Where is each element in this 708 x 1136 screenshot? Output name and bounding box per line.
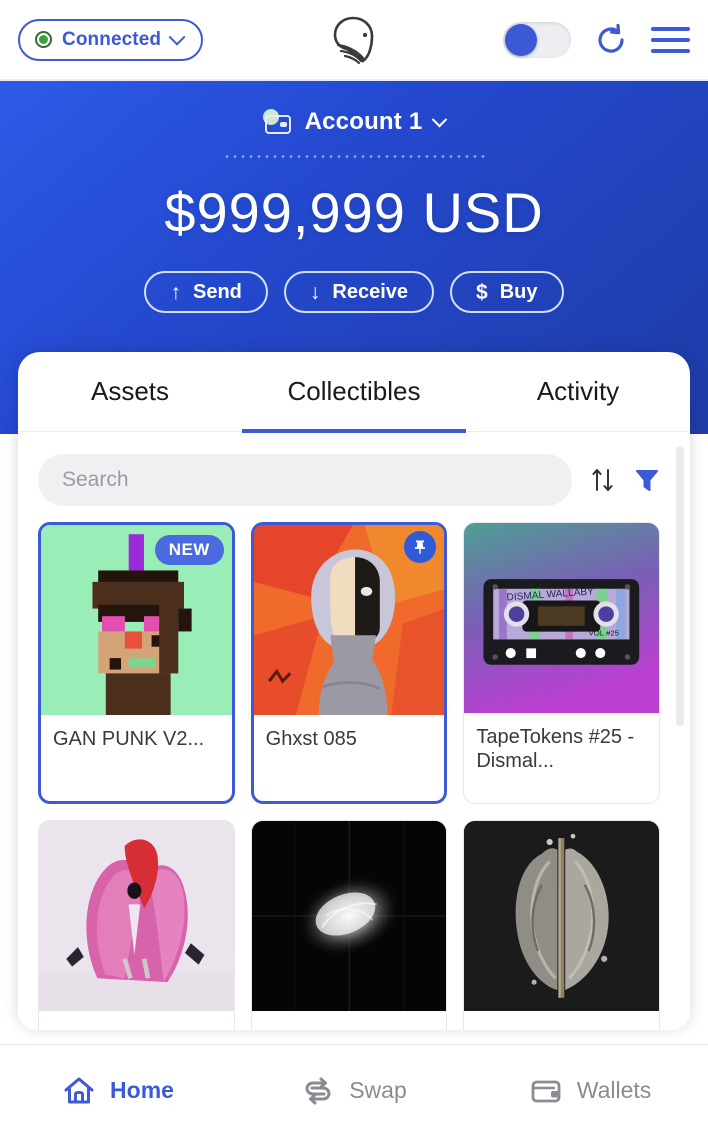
refresh-icon — [598, 23, 624, 53]
collectible-thumbnail — [464, 821, 659, 1011]
collectible-card[interactable]: Ghxst 085 — [250, 522, 448, 804]
collectible-card[interactable]: DISMAL WALLABY VOL #25 TapeTokens #25 - … — [463, 522, 660, 804]
collectibles-grid: NEW GAN PUNK V2... Ghxst 085 DISMAL WALL… — [38, 522, 670, 1030]
collectible-thumbnail — [253, 525, 445, 715]
receive-button-label: Receive — [332, 280, 409, 303]
bottom-navigation: Home Swap Wallets — [0, 1044, 708, 1136]
collectible-name — [464, 1011, 659, 1030]
tab-bar: Assets Collectibles Activity — [18, 352, 690, 433]
nav-item-swap-label: Swap — [349, 1077, 407, 1103]
app-root: Connected Account 1 $999,999 USD ↑ Send … — [0, 0, 708, 1136]
content-sheet: Assets Collectibles Activity Search NEW … — [18, 352, 690, 1030]
connection-status-button[interactable]: Connected — [18, 18, 204, 61]
collectible-thumbnail: DISMAL WALLABY VOL #25 — [464, 523, 659, 713]
chevron-down-icon — [432, 111, 448, 127]
tab-activity-label: Activity — [536, 376, 620, 406]
whale-logo-icon — [333, 16, 374, 64]
menu-button[interactable] — [651, 26, 690, 53]
white-smoke-art — [251, 821, 447, 1011]
nav-item-home-label: Home — [110, 1077, 174, 1103]
divider-dotted — [223, 155, 485, 158]
tab-assets[interactable]: Assets — [18, 352, 242, 431]
tab-collectibles-label: Collectibles — [287, 376, 421, 406]
filter-funnel-icon[interactable] — [634, 466, 660, 494]
collectible-name: GAN PUNK V2... — [53, 728, 205, 750]
toggle-knob — [505, 23, 537, 56]
sort-arrows-icon[interactable] — [590, 466, 616, 494]
nav-item-home[interactable]: Home — [0, 1074, 236, 1108]
collectible-card[interactable] — [463, 820, 660, 1030]
search-row — [38, 432, 670, 522]
nav-item-swap[interactable]: Swap — [236, 1074, 472, 1108]
send-button-label: Send — [192, 280, 242, 303]
collectible-card[interactable] — [38, 820, 235, 1030]
collectible-thumbnail: NEW — [41, 525, 232, 715]
collectible-card[interactable] — [250, 820, 448, 1030]
connection-status-label: Connected — [62, 28, 162, 50]
receive-button[interactable]: ↓ Receive — [283, 271, 435, 313]
account-selector[interactable]: Account 1 — [0, 105, 708, 139]
collectibles-panel: NEW GAN PUNK V2... — [18, 432, 690, 1030]
collectible-name — [252, 1011, 447, 1030]
collectible-card[interactable]: NEW GAN PUNK V2... — [38, 522, 235, 804]
pink-feather-creature-art — [39, 821, 234, 1011]
top-bar-actions — [503, 21, 690, 58]
svg-text:VOL #25: VOL #25 — [589, 629, 619, 638]
collectible-name — [39, 1011, 234, 1030]
tab-collectibles[interactable]: Collectibles — [242, 352, 466, 433]
balance-amount: $999,999 USD — [164, 181, 544, 244]
tab-assets-label: Assets — [90, 376, 170, 406]
top-bar: Connected — [0, 0, 708, 81]
nav-item-wallets-label: Wallets — [576, 1077, 652, 1103]
stone-sculpture-art — [464, 821, 659, 1011]
search-input[interactable] — [38, 454, 572, 506]
arrow-down-icon: ↓ — [309, 280, 321, 304]
cassette-tape-art: DISMAL WALLABY VOL #25 — [464, 523, 659, 713]
collectible-thumbnail — [39, 821, 234, 1011]
connection-indicator-icon — [35, 31, 52, 48]
arrow-up-icon: ↑ — [170, 280, 181, 304]
collectible-name: TapeTokens #25 - Dismal... — [476, 726, 635, 773]
send-button[interactable]: ↑ Send — [144, 271, 268, 313]
scrollbar-thumb[interactable] — [676, 446, 684, 726]
home-icon — [64, 1077, 94, 1103]
tab-activity[interactable]: Activity — [466, 352, 690, 431]
pin-icon — [415, 540, 426, 554]
network-toggle[interactable] — [503, 21, 571, 58]
swap-icon — [305, 1077, 331, 1104]
hamburger-menu-icon — [651, 26, 690, 31]
buy-button-label: Buy — [499, 280, 538, 303]
wallets-icon — [531, 1080, 561, 1102]
chevron-down-icon — [168, 28, 186, 46]
nav-item-wallets[interactable]: Wallets — [472, 1074, 708, 1108]
collectible-thumbnail — [251, 821, 447, 1011]
collectible-name: Ghxst 085 — [265, 728, 357, 750]
hero-actions: ↑ Send ↓ Receive $ Buy — [0, 271, 708, 313]
new-badge: NEW — [154, 535, 224, 565]
dollar-icon: $ — [476, 280, 488, 304]
refresh-button[interactable] — [593, 22, 629, 58]
account-name-label: Account 1 — [304, 108, 423, 135]
buy-button[interactable]: $ Buy — [450, 271, 564, 313]
wallet-icon — [262, 109, 293, 135]
